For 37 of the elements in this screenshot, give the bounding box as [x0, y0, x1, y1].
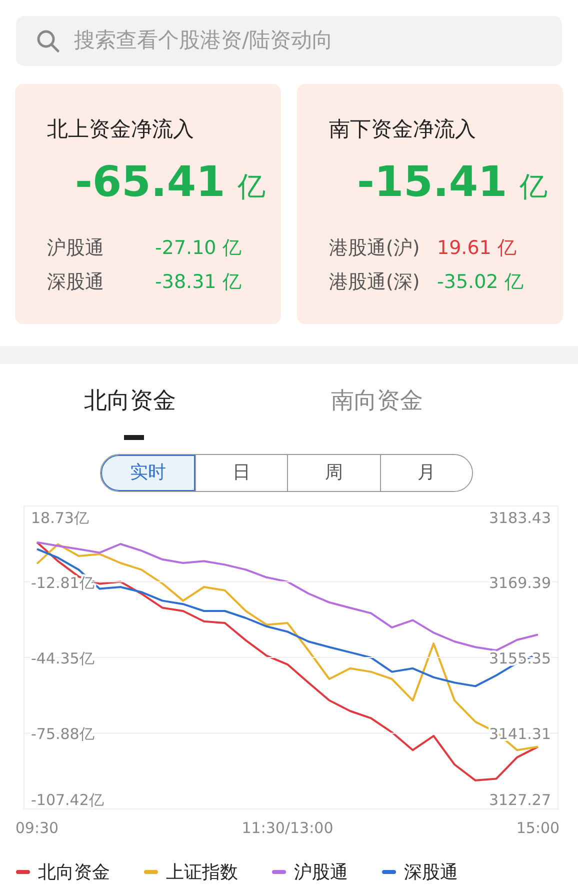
flow-value: -38.31 亿	[155, 270, 242, 294]
axis-label: 3127.27	[488, 790, 551, 808]
search-field[interactable]: 搜索查看个股港资/陆资动向	[16, 16, 562, 66]
flow-value: -35.02 亿	[437, 270, 524, 294]
tab[interactable]: 北向资金	[84, 384, 331, 418]
flow-label: 沪股通	[47, 236, 105, 260]
axis-label: 3155.35	[488, 649, 551, 667]
flow-value: -27.10 亿	[155, 236, 242, 260]
axis-label: 09:30	[15, 818, 59, 836]
axis-label: 3183.43	[488, 508, 551, 526]
flow-label: 深股通	[47, 270, 105, 294]
legend-label: 北向资金	[38, 860, 110, 884]
card-title: 南下资金净流入	[329, 116, 477, 143]
flow-value: 19.61 亿	[437, 236, 516, 260]
axis-label: 18.73亿	[31, 508, 89, 526]
legend-label: 深股通	[404, 860, 458, 884]
unit-label: 亿	[237, 168, 266, 204]
flow-label: 港股通(沪)	[329, 236, 421, 260]
search-icon	[36, 29, 60, 53]
axis-label: -44.35亿	[31, 649, 94, 667]
search-input[interactable]: 搜索查看个股港资/陆资动向	[72, 24, 542, 58]
axis-label: 15:00	[516, 818, 560, 836]
net-flow-value: -15.41	[357, 156, 508, 208]
period-tab[interactable]: 实时	[101, 454, 194, 490]
tab[interactable]: 南向资金	[331, 384, 578, 418]
period-tab[interactable]: 月	[380, 454, 472, 490]
legend-label: 上证指数	[166, 860, 238, 884]
tab-indicator	[124, 434, 144, 440]
unit-label: 亿	[519, 168, 548, 204]
card-title: 北上资金净流入	[47, 116, 195, 143]
net-flow-value: -65.41	[75, 156, 226, 208]
axis-label: -75.88亿	[31, 724, 94, 743]
legend-label: 沪股通	[294, 860, 348, 884]
axis-label: -107.42亿	[31, 790, 104, 808]
axis-label: 3169.39	[488, 573, 551, 592]
axis-label: 11:30/13:00	[242, 818, 334, 836]
flow-label: 港股通(深)	[329, 270, 421, 294]
